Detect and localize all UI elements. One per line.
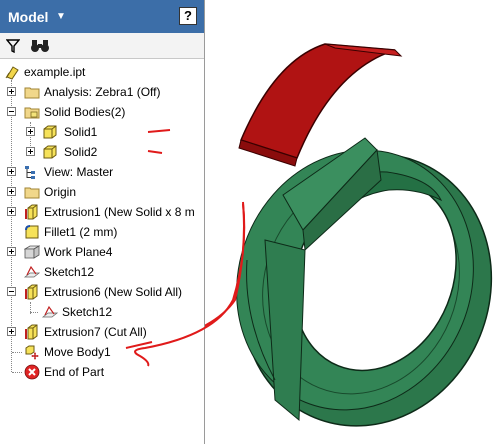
solid-body-icon: [43, 125, 57, 139]
model-tree: example.ipt Analysis: Zebra1 (Off) Solid…: [0, 60, 204, 444]
work-plane-icon: [24, 245, 40, 259]
solid-bodies-folder-icon: [24, 107, 40, 119]
browser-title-bar: Model ▼ ?: [0, 0, 204, 33]
filter-icon[interactable]: [6, 39, 20, 53]
expand-toggle[interactable]: [7, 207, 16, 216]
expand-toggle[interactable]: [7, 87, 16, 96]
tree-item-label: View: Master: [44, 165, 114, 179]
extrusion-cut-icon: [25, 324, 38, 340]
part-file-icon: [5, 66, 19, 80]
tree-item-extrusion7[interactable]: Extrusion7 (Cut All): [0, 322, 204, 342]
tree-item-origin[interactable]: Origin: [0, 182, 204, 202]
browser-title[interactable]: Model: [8, 9, 48, 25]
binoculars-icon[interactable]: [30, 39, 50, 53]
move-body-icon: [25, 345, 39, 360]
tree-item-label: Extrusion1 (New Solid x 8 m: [44, 205, 195, 219]
folder-icon: [24, 87, 40, 99]
tree-item-label: Solid2: [64, 145, 98, 159]
tree-item-label: End of Part: [44, 365, 105, 379]
expand-toggle[interactable]: [7, 247, 16, 256]
chevron-down-icon[interactable]: ▼: [56, 11, 66, 22]
tree-item-label: Solid Bodies(2): [44, 105, 126, 119]
tree-item-label: Extrusion6 (New Solid All): [44, 285, 183, 299]
green-ring-body[interactable]: [205, 114, 498, 444]
tree-item-sketch12[interactable]: Sketch12: [0, 262, 204, 282]
red-detached-body[interactable]: [238, 43, 403, 167]
model-3d-view[interactable]: [139, 0, 498, 444]
tree-item-label: Origin: [44, 185, 77, 199]
sketch-icon: [24, 265, 40, 278]
folder-icon: [24, 187, 40, 199]
tree-item-label: Solid1: [64, 125, 98, 139]
tree-item-solid1[interactable]: Solid1: [0, 122, 204, 142]
solid-body-icon: [43, 145, 57, 159]
tree-item-label: Sketch12: [44, 265, 95, 279]
tree-item-label: Analysis: Zebra1 (Off): [44, 85, 161, 99]
tree-item-view-master[interactable]: View: Master: [0, 162, 204, 182]
tree-item-analysis[interactable]: Analysis: Zebra1 (Off): [0, 82, 204, 102]
tree-item-label: example.ipt: [24, 65, 86, 79]
collapse-toggle[interactable]: [7, 107, 16, 116]
tree-item-solid-bodies[interactable]: Solid Bodies(2): [0, 102, 204, 122]
collapse-toggle[interactable]: [7, 287, 16, 296]
expand-toggle[interactable]: [26, 147, 35, 156]
tree-item-move-body1[interactable]: Move Body1: [0, 342, 204, 362]
browser-toolbar: [0, 33, 204, 59]
view-rep-icon: [25, 166, 35, 179]
tree-item-fillet1[interactable]: Fillet1 (2 mm): [0, 222, 204, 242]
tree-item-sketch12-child[interactable]: Sketch12: [0, 302, 204, 322]
model-browser-panel: Model ▼ ? example.ipt Analysis: Zebra1 (…: [0, 0, 205, 444]
tree-item-solid2[interactable]: Solid2: [0, 142, 204, 162]
tree-item-extrusion1[interactable]: Extrusion1 (New Solid x 8 m: [0, 202, 204, 222]
tree-item-work-plane4[interactable]: Work Plane4: [0, 242, 204, 262]
tree-item-end-of-part[interactable]: End of Part: [0, 362, 204, 382]
help-button[interactable]: ?: [179, 7, 197, 25]
tree-item-label: Sketch12: [62, 305, 113, 319]
tree-item-label: Work Plane4: [44, 245, 113, 259]
expand-toggle[interactable]: [7, 187, 16, 196]
tree-item-extrusion6[interactable]: Extrusion6 (New Solid All): [0, 282, 204, 302]
expand-toggle[interactable]: [7, 327, 16, 336]
end-of-part-icon: [24, 364, 40, 380]
expand-toggle[interactable]: [26, 127, 35, 136]
tree-item-example-ipt[interactable]: example.ipt: [0, 62, 204, 82]
expand-toggle[interactable]: [7, 167, 16, 176]
extrusion-icon: [25, 284, 38, 300]
graphics-viewport[interactable]: [139, 0, 498, 444]
extrusion-icon: [25, 204, 38, 220]
tree-item-label: Fillet1 (2 mm): [44, 225, 118, 239]
tree-item-label: Extrusion7 (Cut All): [44, 325, 147, 339]
sketch-icon: [42, 305, 58, 318]
fillet-icon: [25, 225, 39, 239]
tree-item-label: Move Body1: [44, 345, 111, 359]
